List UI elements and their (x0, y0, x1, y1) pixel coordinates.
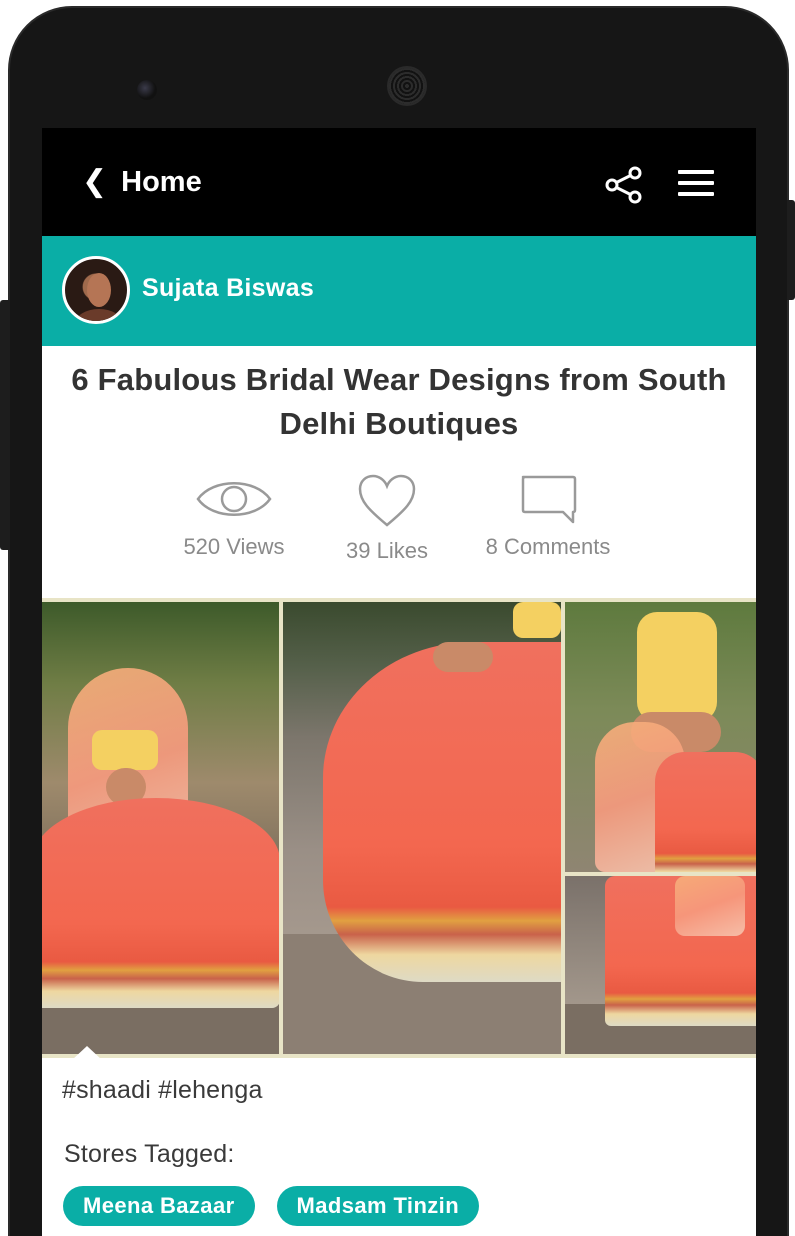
photo-collage (42, 598, 756, 1058)
photo-lehenga-back-view[interactable] (565, 602, 756, 872)
store-tag-madsam-tinzin[interactable]: Madsam Tinzin (276, 1186, 480, 1226)
chevron-left-icon: ❮ (82, 165, 108, 198)
back-button[interactable]: ❮ Home (82, 164, 202, 200)
eye-icon (196, 482, 272, 516)
author-name[interactable]: Sujata Biswas (142, 274, 314, 303)
hashtags[interactable]: #shaadi #lehenga (62, 1076, 263, 1105)
comments-button[interactable]: 8 Comments (470, 474, 626, 560)
caption-pointer (72, 1046, 102, 1060)
app-screen: ❮ Home Sujata Biswas 6 Fabulous Bridal W… (42, 128, 756, 1236)
front-camera (137, 80, 157, 100)
views-count: 520 Views (183, 534, 285, 559)
heart-icon (358, 474, 416, 527)
volume-button (0, 300, 10, 550)
author-bar: Sujata Biswas (42, 236, 756, 346)
stores-tagged-label: Stores Tagged: (64, 1140, 235, 1168)
top-app-bar: ❮ Home (42, 128, 756, 236)
post-title: 6 Fabulous Bridal Wear Designs from Sout… (71, 362, 727, 441)
store-tags: Meena Bazaar Madsam Tinzin (63, 1186, 480, 1226)
post-stats: 520 Views 39 Likes 8 Comments (42, 474, 756, 570)
store-tag-meena-bazaar[interactable]: Meena Bazaar (63, 1186, 255, 1226)
views-stat: 520 Views (172, 474, 296, 560)
photo-lehenga-skirt-twirl[interactable] (283, 602, 561, 1054)
avatar[interactable] (62, 256, 130, 324)
comments-count: 8 Comments (485, 534, 611, 559)
back-label: Home (121, 166, 202, 198)
hamburger-menu-icon[interactable] (678, 170, 714, 198)
photo-lehenga-hem-detail[interactable] (565, 876, 756, 1054)
power-button (787, 200, 795, 300)
likes-button[interactable]: 39 Likes (332, 474, 442, 564)
earpiece-speaker (387, 66, 427, 106)
likes-count: 39 Likes (346, 538, 428, 563)
share-icon[interactable] (604, 166, 644, 204)
photo-bride-lehenga-with-veil[interactable] (42, 602, 279, 1054)
comment-bubble-icon (521, 475, 577, 524)
